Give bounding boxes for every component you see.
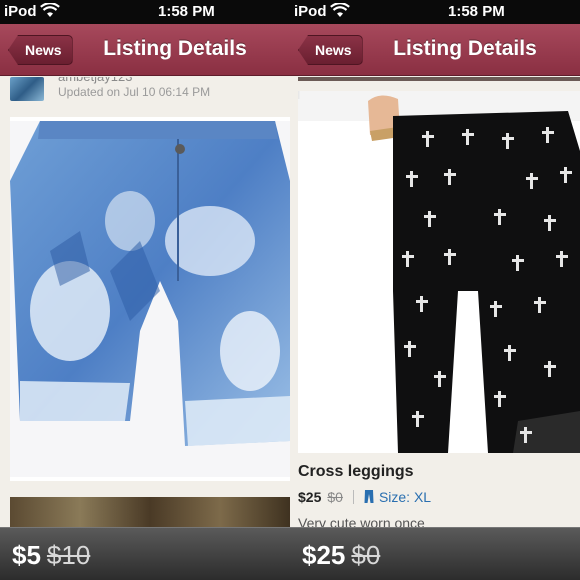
clock: 1:58 PM: [158, 3, 215, 20]
product-photo[interactable]: [292, 83, 580, 453]
product-photo[interactable]: [10, 121, 290, 477]
right-screen: iPod 1:58 PM News Listing Details Cross …: [290, 0, 580, 580]
page-title: Listing Details: [393, 37, 537, 60]
navigation-bar: News Listing Details: [0, 24, 290, 76]
wifi-icon: [330, 3, 350, 17]
price-bar: $25 $0: [290, 527, 580, 580]
original-price: $10: [46, 540, 91, 570]
next-listing-thumbnail[interactable]: [10, 497, 290, 527]
page-title: Listing Details: [103, 37, 247, 60]
left-screen: iPod 1:58 PM News Listing Details ambetj…: [0, 0, 290, 580]
listing-content[interactable]: ambetjay123 Updated on Jul 10 06:14 PM: [0, 77, 290, 527]
wifi-icon: [40, 3, 60, 17]
current-price: $25: [298, 489, 322, 505]
price-row: $25 $0 Size: XL: [298, 489, 431, 505]
price-bar: $5 $10: [0, 527, 290, 580]
previous-image-edge: [298, 77, 580, 81]
carrier-label: iPod: [294, 3, 327, 20]
product-image-frame[interactable]: [292, 83, 580, 453]
pants-icon: [364, 490, 374, 503]
listing-content[interactable]: Cross leggings $25 $0 Size: XL Very cute w…: [290, 77, 580, 527]
status-bar: iPod 1:58 PM: [290, 0, 580, 24]
status-bar: iPod 1:58 PM: [0, 0, 290, 24]
price-display: $25 $0: [302, 540, 380, 571]
original-price: $0: [351, 540, 381, 570]
item-title: Cross leggings: [298, 463, 414, 480]
updated-timestamp: Updated on Jul 10 06:14 PM: [58, 85, 211, 99]
product-image-frame[interactable]: [10, 117, 290, 481]
price-display: $5 $10: [12, 540, 90, 571]
item-description: Very cute worn once: [298, 515, 425, 527]
current-price: $25: [302, 540, 346, 570]
avatar[interactable]: [10, 77, 44, 101]
original-price: $0: [327, 489, 343, 505]
current-price: $5: [12, 540, 41, 570]
carrier-label: iPod: [4, 3, 37, 20]
seller-name[interactable]: ambetjay123: [58, 77, 132, 84]
size-link[interactable]: Size: XL: [379, 489, 431, 505]
navigation-bar: News Listing Details: [290, 24, 580, 76]
divider: [352, 490, 354, 504]
clock: 1:58 PM: [448, 3, 505, 20]
